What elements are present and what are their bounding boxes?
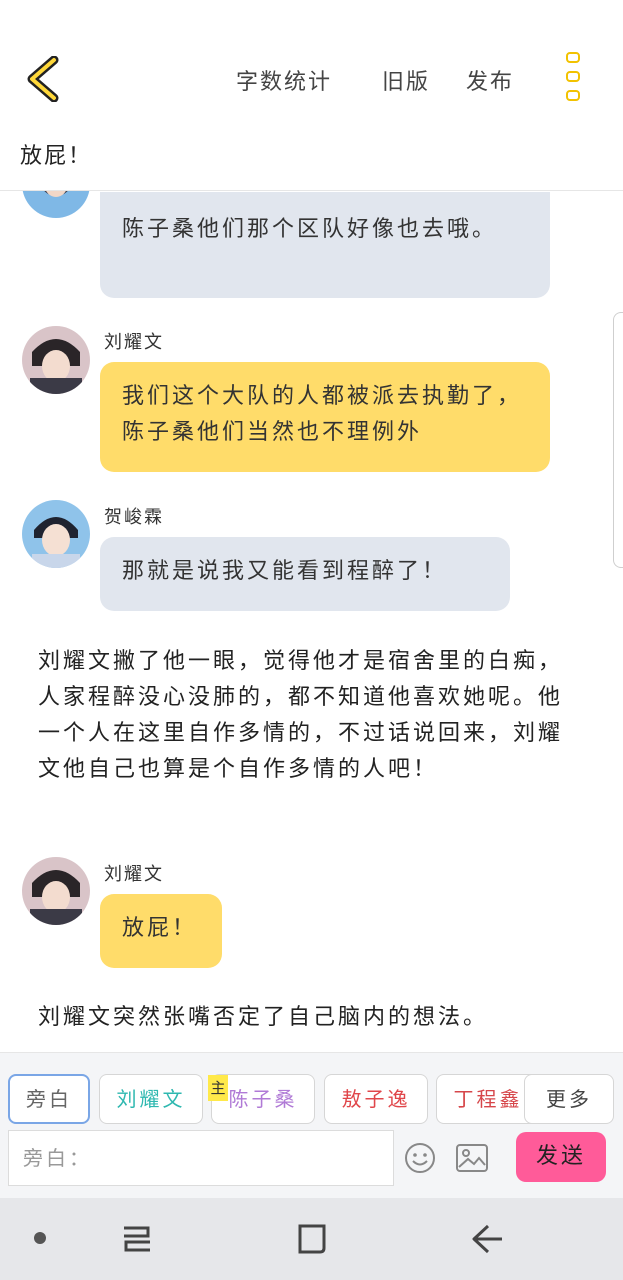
avatar-liu-yaowen[interactable] [22,326,90,394]
scroll-handle[interactable] [613,312,623,568]
role-label: 陈子桑 [228,1087,298,1111]
avatar-liu-yaowen[interactable] [22,857,90,925]
home-icon[interactable] [296,1222,328,1256]
avatar-he-junlin[interactable] [22,500,90,568]
message-bubble[interactable]: 陈子桑他们那个区队好像也去哦。 [100,192,550,298]
back-icon[interactable] [470,1222,504,1256]
nav-dot-icon[interactable] [34,1232,46,1244]
more-roles-button[interactable]: 更多 [524,1074,614,1124]
old-version-button[interactable]: 旧版 [382,64,430,96]
role-chip[interactable]: 刘耀文 [99,1074,203,1124]
role-label: 丁程鑫 [453,1087,523,1111]
message-bubble[interactable]: 那就是说我又能看到程醉了！ [100,537,510,611]
role-label: 更多 [546,1087,592,1111]
main-character-badge: 主 [208,1075,228,1101]
message-text: 我们这个大队的人都被派去执勤了，陈子桑他们当然也不理例外 [122,384,523,445]
send-button[interactable]: 发送 [516,1132,606,1182]
role-chip[interactable]: 敖子逸 [324,1074,428,1124]
role-label: 旁白 [26,1087,72,1111]
message-bubble[interactable]: 我们这个大队的人都被派去执勤了，陈子桑他们当然也不理例外 [100,362,550,472]
speaker-name: 刘耀文 [104,864,164,885]
chapter-title-text: 放屁！ [20,144,93,169]
publish-button[interactable]: 发布 [466,64,514,96]
role-label: 刘耀文 [116,1087,186,1111]
header-title-area [0,140,623,190]
message-text: 那就是说我又能看到程醉了！ [122,559,448,584]
message-bubble[interactable]: 放屁！ [100,894,222,968]
narration-paragraph[interactable]: 刘耀文撇了他一眼，觉得他才是宿舍里的白痴，人家程醉没心没肺的，都不知道他喜欢她呢… [38,644,568,788]
speaker-name: 贺峻霖 [104,507,164,528]
message-text: 放屁！ [122,916,198,941]
message-text: 陈子桑他们那个区队好像也去哦。 [122,217,498,242]
emoji-icon[interactable] [404,1142,436,1174]
header-divider [0,190,623,191]
narration-paragraph[interactable]: 刘耀文突然张嘴否定了自己脑内的想法。 [38,1000,598,1036]
system-nav-bar [0,1198,623,1280]
role-chip-narrator[interactable]: 旁白 [8,1074,90,1124]
back-arrow-icon[interactable] [24,55,64,103]
word-count-button[interactable]: 字数统计 [236,64,332,96]
speaker-name: 刘耀文 [104,332,164,353]
message-input[interactable]: 旁白： [8,1130,394,1186]
role-label: 敖子逸 [341,1087,411,1111]
image-icon[interactable] [456,1143,488,1173]
recent-apps-icon[interactable] [120,1224,154,1254]
more-menu-icon[interactable] [562,52,584,104]
